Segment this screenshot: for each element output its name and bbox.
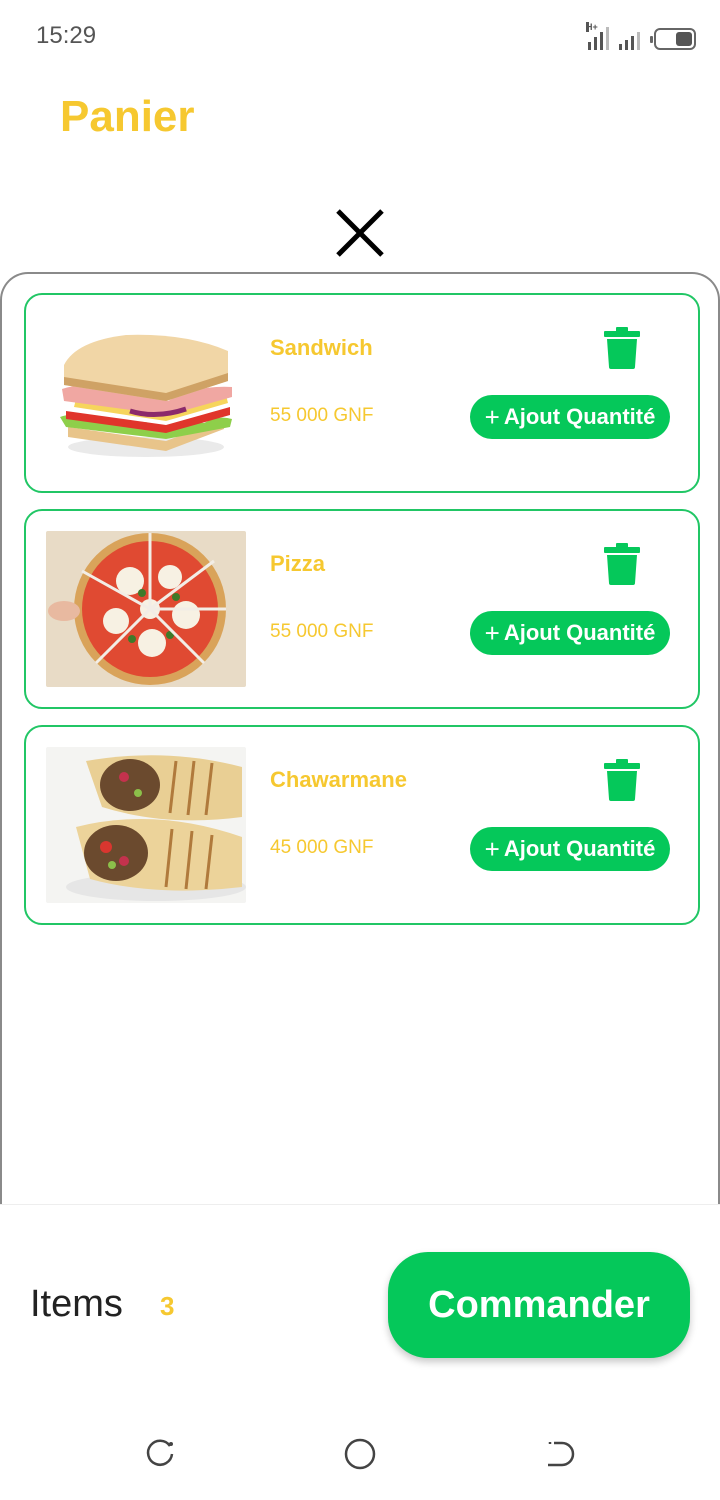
cart-item-chawarmane: Chawarmane 45 000 GNF + Ajout Quantité <box>24 725 700 925</box>
delete-button[interactable] <box>604 543 640 585</box>
pizza-image <box>46 531 246 687</box>
delete-button[interactable] <box>604 759 640 801</box>
cart-item-pizza: Pizza 55 000 GNF + Ajout Quantité <box>24 509 700 709</box>
recent-apps-icon <box>146 1439 174 1466</box>
close-icon <box>336 209 384 257</box>
item-name: Sandwich <box>270 335 373 360</box>
back-icon <box>548 1441 575 1467</box>
recent-apps-button[interactable] <box>142 1436 178 1472</box>
page-title: Panier <box>60 92 195 141</box>
item-name: Pizza <box>270 551 326 576</box>
add-quantity-label: Ajout Quantité <box>503 836 656 861</box>
trash-icon <box>604 327 640 369</box>
shawarma-image <box>46 747 246 903</box>
home-button[interactable] <box>342 1436 378 1472</box>
signal-icon: H+ <box>586 22 609 50</box>
order-button[interactable]: Commander <box>388 1252 690 1358</box>
item-name: Chawarmane <box>270 767 407 792</box>
plus-icon: + <box>484 834 500 864</box>
add-quantity-label: Ajout Quantité <box>503 620 656 645</box>
add-quantity-label: Ajout Quantité <box>503 404 656 429</box>
plus-icon: + <box>484 618 500 648</box>
sandwich-image <box>46 315 246 471</box>
system-nav-bar <box>0 1404 720 1500</box>
add-quantity-button[interactable]: + Ajout Quantité <box>470 395 670 439</box>
cart-panel: Sandwich 55 000 GNF + Ajout Quantité Piz… <box>0 272 720 1212</box>
trash-icon <box>604 543 640 585</box>
items-count: 3 <box>160 1291 175 1321</box>
item-price: 45 000 GNF <box>270 837 374 858</box>
add-quantity-button[interactable]: + Ajout Quantité <box>470 827 670 871</box>
add-quantity-button[interactable]: + Ajout Quantité <box>470 611 670 655</box>
home-icon <box>344 1438 376 1470</box>
order-bar: Items 3 Commander <box>0 1204 720 1404</box>
item-price: 55 000 GNF <box>270 621 374 642</box>
cart-item-sandwich: Sandwich 55 000 GNF + Ajout Quantité <box>24 293 700 493</box>
battery-icon <box>650 28 696 50</box>
items-label: Items <box>30 1283 123 1325</box>
close-button[interactable] <box>333 206 387 260</box>
signal-icon-secondary <box>619 26 640 50</box>
item-price: 55 000 GNF <box>270 405 374 426</box>
network-type-label: H+ <box>586 22 598 32</box>
back-button[interactable] <box>542 1436 578 1472</box>
delete-button[interactable] <box>604 327 640 369</box>
status-icons: H+ <box>586 22 696 50</box>
trash-icon <box>604 759 640 801</box>
status-time: 15:29 <box>36 22 97 49</box>
status-bar: 15:29 H+ <box>0 0 720 72</box>
plus-icon: + <box>484 402 500 432</box>
